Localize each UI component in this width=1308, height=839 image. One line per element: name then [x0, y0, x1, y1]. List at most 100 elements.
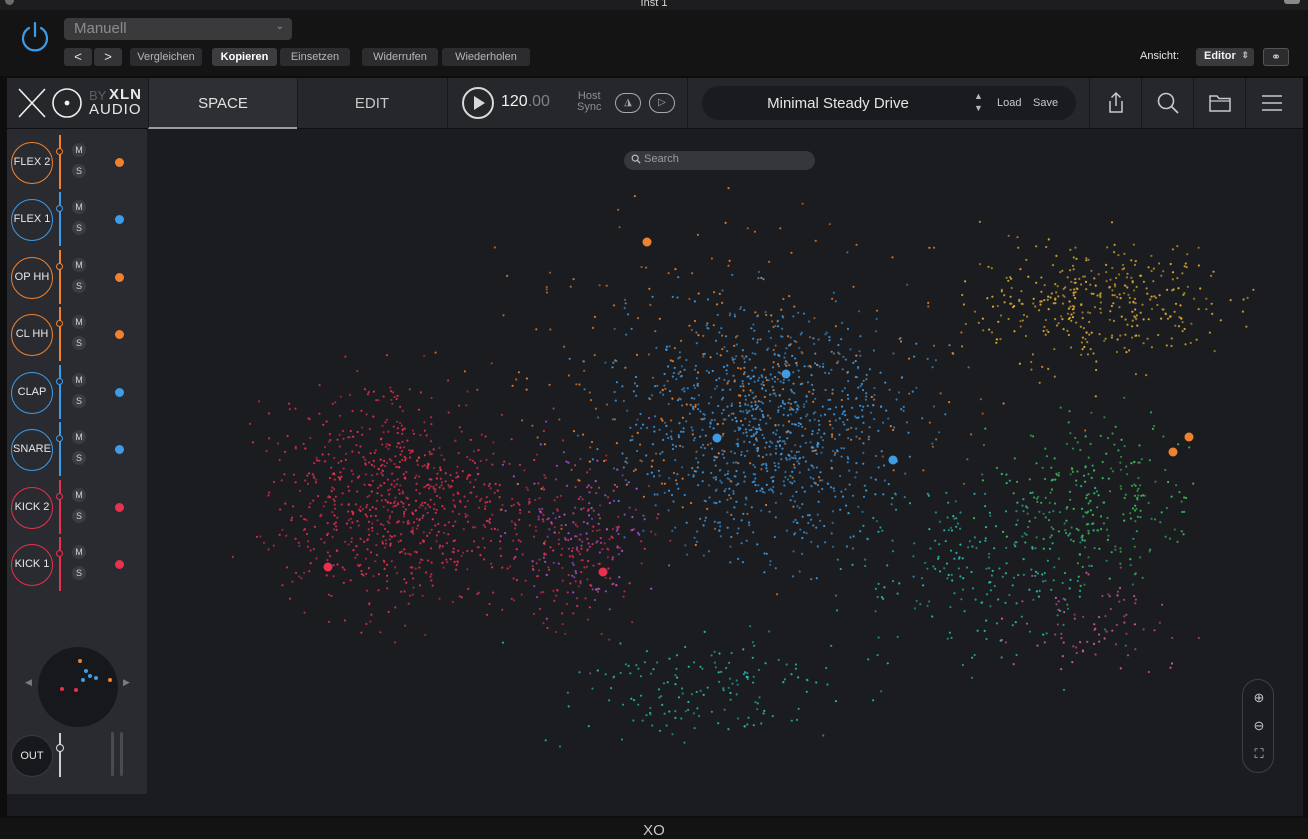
sample-point[interactable] [438, 486, 441, 489]
sample-point[interactable] [932, 565, 935, 568]
sample-point[interactable] [774, 567, 777, 570]
sample-point[interactable] [732, 518, 736, 521]
sample-point[interactable] [849, 536, 852, 539]
sample-point[interactable] [400, 424, 403, 427]
sample-point[interactable] [435, 494, 439, 498]
sample-point[interactable] [1190, 322, 1193, 325]
sample-point[interactable] [1088, 333, 1091, 336]
sample-point[interactable] [552, 589, 555, 592]
sample-point[interactable] [702, 524, 705, 527]
sample-point[interactable] [430, 561, 433, 564]
drum-slot[interactable]: FLEX 1MS [11, 192, 143, 246]
sample-point[interactable] [1081, 317, 1084, 320]
sample-point[interactable] [1078, 553, 1081, 556]
sample-point[interactable] [1182, 533, 1185, 536]
sample-point[interactable] [792, 550, 795, 553]
sample-point[interactable] [399, 446, 402, 449]
sample-point[interactable] [842, 495, 845, 498]
sample-point[interactable] [1141, 576, 1144, 579]
sample-point[interactable] [967, 366, 970, 369]
sample-point[interactable] [811, 430, 814, 433]
sample-point[interactable] [657, 513, 660, 516]
sample-point[interactable] [801, 503, 804, 506]
sample-point[interactable] [535, 562, 538, 565]
sample-point[interactable] [438, 597, 441, 600]
sample-point[interactable] [625, 457, 628, 460]
sample-point[interactable] [805, 690, 808, 693]
sample-point[interactable] [1117, 449, 1120, 452]
sample-point[interactable] [1084, 429, 1087, 432]
sample-point[interactable] [806, 413, 809, 416]
sample-point[interactable] [391, 402, 394, 405]
sample-point[interactable] [808, 419, 812, 422]
sample-point[interactable] [428, 478, 431, 481]
sample-point[interactable] [846, 418, 849, 421]
sample-point[interactable] [1109, 278, 1112, 281]
sample-point[interactable] [591, 529, 594, 533]
sample-point[interactable] [1136, 496, 1139, 499]
sample-point[interactable] [593, 598, 597, 602]
sample-point[interactable] [604, 590, 607, 593]
sample-point[interactable] [984, 537, 987, 540]
sample-point[interactable] [756, 314, 760, 317]
sample-point[interactable] [1082, 275, 1085, 278]
sample-point[interactable] [981, 317, 985, 320]
sample-point[interactable] [842, 447, 846, 450]
sample-point[interactable] [993, 584, 996, 588]
sample-point[interactable] [423, 429, 426, 432]
sample-point[interactable] [777, 365, 781, 368]
sample-point[interactable] [1114, 425, 1117, 428]
sample-point[interactable] [1007, 317, 1010, 321]
sample-point[interactable] [1072, 311, 1075, 314]
sample-point[interactable] [1097, 494, 1100, 497]
sample-point[interactable] [726, 462, 729, 465]
sample-point[interactable] [1050, 588, 1053, 591]
sample-point[interactable] [1118, 293, 1121, 296]
sample-point[interactable] [556, 496, 559, 499]
sample-point[interactable] [754, 701, 757, 704]
sample-point[interactable] [747, 521, 751, 524]
sample-point[interactable] [847, 512, 850, 515]
sample-point[interactable] [411, 429, 414, 432]
sample-point[interactable] [1102, 522, 1105, 525]
sample-point[interactable] [607, 567, 610, 570]
sample-point[interactable] [768, 445, 771, 448]
sample-point[interactable] [812, 466, 815, 469]
sample-point[interactable] [1097, 273, 1100, 276]
sample-point[interactable] [799, 423, 802, 426]
sample-point[interactable] [745, 431, 748, 434]
host-preset-select[interactable]: Manuell ⌄ [64, 18, 292, 40]
sample-point[interactable] [742, 512, 745, 515]
sample-point[interactable] [803, 403, 806, 406]
sample-point[interactable] [1016, 501, 1019, 504]
sample-point[interactable] [381, 470, 385, 473]
sample-point[interactable] [819, 414, 823, 417]
sample-point[interactable] [759, 418, 762, 421]
sample-point[interactable] [943, 529, 946, 532]
sample-point[interactable] [1078, 589, 1082, 592]
sample-point[interactable] [748, 441, 751, 444]
sample-point[interactable] [438, 544, 442, 547]
sample-point[interactable] [663, 482, 667, 485]
sample-point[interactable] [1062, 287, 1065, 290]
sample-point[interactable] [911, 390, 914, 393]
sample-point[interactable] [722, 687, 725, 690]
sample-point[interactable] [668, 477, 671, 480]
sample-point[interactable] [354, 503, 357, 506]
sample-point[interactable] [488, 602, 491, 606]
sample-point[interactable] [814, 362, 817, 365]
sample-point[interactable] [598, 529, 601, 532]
sample-point[interactable] [864, 564, 867, 568]
sample-point[interactable] [639, 412, 642, 416]
sample-point[interactable] [975, 546, 978, 549]
sample-point[interactable] [636, 384, 639, 388]
load-button[interactable]: Load [997, 97, 1021, 109]
sample-point[interactable] [421, 594, 424, 597]
sample-point[interactable] [396, 431, 399, 435]
sample-point[interactable] [1059, 406, 1062, 409]
sample-point[interactable] [953, 517, 956, 520]
sample-point[interactable] [1016, 480, 1019, 483]
sample-point[interactable] [1068, 410, 1071, 413]
sample-point[interactable] [819, 479, 822, 482]
sample-point[interactable] [675, 482, 679, 485]
